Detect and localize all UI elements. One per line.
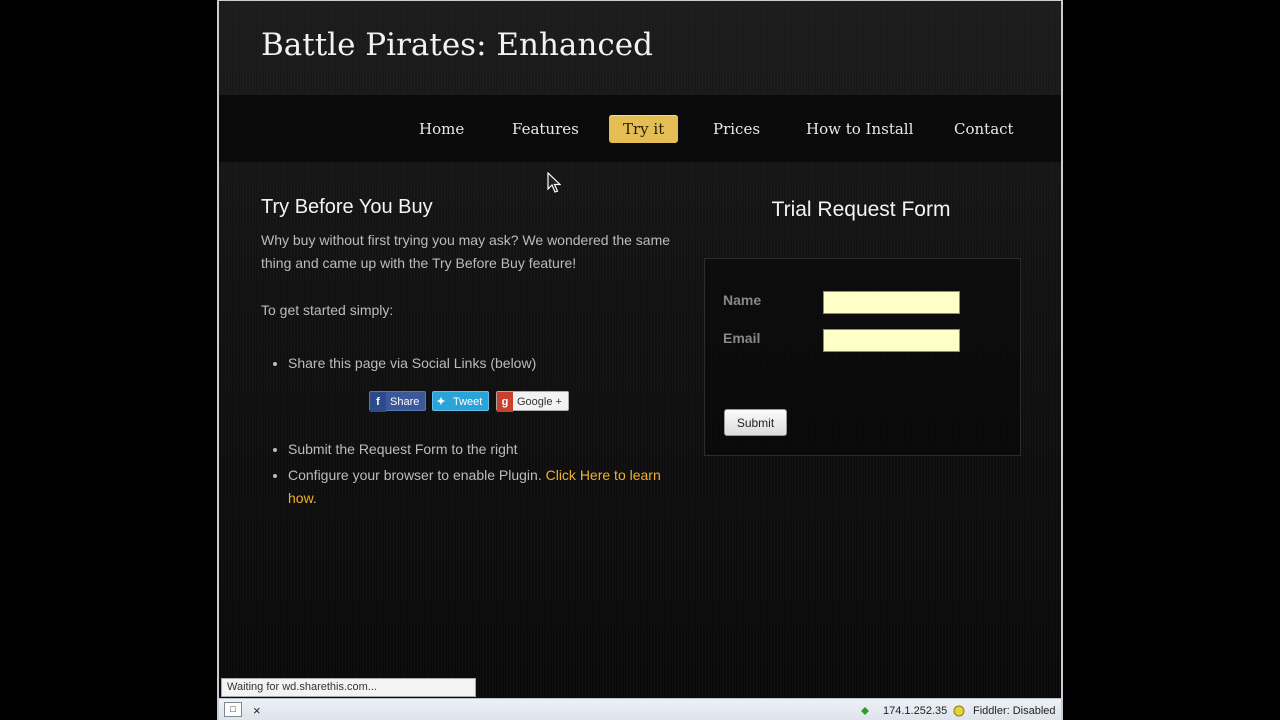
nav-item-prices[interactable]: Prices — [699, 115, 774, 143]
steps-list-2: Submit the Request Form to the right Con… — [261, 438, 681, 510]
status-page-icon[interactable]: □ — [224, 702, 242, 717]
steps-list: Share this page via Social Links (below) — [261, 352, 681, 375]
loading-status: Waiting for wd.sharethis.com... — [221, 678, 476, 697]
tweet-label: Tweet — [453, 396, 483, 408]
nav-bar: Home Features Try it Prices How to Insta… — [219, 95, 1061, 162]
google-plus-label: Google + — [517, 396, 562, 408]
google-plus-button[interactable]: g Google + — [496, 391, 569, 412]
nav-item-home[interactable]: Home — [405, 115, 478, 143]
status-bar: □ × 174.1.252.35 Fiddler: Disabled — [219, 698, 1061, 720]
name-label: Name — [723, 292, 762, 308]
network-icon — [859, 703, 871, 719]
get-started-text: To get started simply: — [261, 302, 394, 318]
page-body: Battle Pirates: Enhanced Home Features T… — [219, 1, 1061, 698]
twitter-icon: ✦ — [436, 396, 446, 408]
step-configure-end: . — [312, 490, 317, 506]
facebook-icon: f — [370, 392, 386, 412]
name-field[interactable] — [823, 291, 960, 314]
nav-item-how-to-install[interactable]: How to Install — [792, 115, 927, 143]
fiddler-icon[interactable] — [953, 703, 965, 719]
site-title: Battle Pirates: Enhanced — [261, 27, 653, 63]
list-item: Submit the Request Form to the right — [288, 438, 681, 461]
mouse-cursor-icon — [547, 172, 561, 193]
list-item: Share this page via Social Links (below) — [288, 352, 681, 375]
google-plus-icon: g — [497, 392, 513, 412]
try-section: Try Before You Buy Why buy without first… — [261, 196, 681, 510]
trial-request-form: Name Email Submit — [704, 258, 1021, 456]
tweet-button[interactable]: ✦ Tweet — [432, 391, 490, 411]
form-title: Trial Request Form — [771, 198, 951, 221]
facebook-share-button[interactable]: f Share — [369, 391, 427, 412]
fiddler-status[interactable]: Fiddler: Disabled — [973, 703, 1056, 719]
ip-address: 174.1.252.35 — [883, 705, 948, 717]
email-field[interactable] — [823, 329, 960, 352]
nav-item-try-it[interactable]: Try it — [609, 115, 679, 143]
step-share-text: Share this page via Social Links (below) — [288, 355, 537, 371]
intro-text: Why buy without first trying you may ask… — [261, 232, 671, 271]
list-item: Configure your browser to enable Plugin.… — [288, 464, 681, 510]
email-label: Email — [723, 330, 761, 346]
nav-item-contact[interactable]: Contact — [940, 115, 1028, 143]
browser-window: Battle Pirates: Enhanced Home Features T… — [217, 0, 1063, 720]
nav-item-features[interactable]: Features — [498, 115, 593, 143]
section-heading: Try Before You Buy — [261, 196, 433, 218]
close-icon[interactable]: × — [253, 703, 261, 719]
submit-button[interactable]: Submit — [724, 409, 787, 436]
share-label: Share — [390, 396, 420, 408]
step-configure-text: Configure your browser to enable Plugin. — [288, 467, 542, 483]
step-submit-text: Submit the Request Form to the right — [288, 441, 518, 457]
